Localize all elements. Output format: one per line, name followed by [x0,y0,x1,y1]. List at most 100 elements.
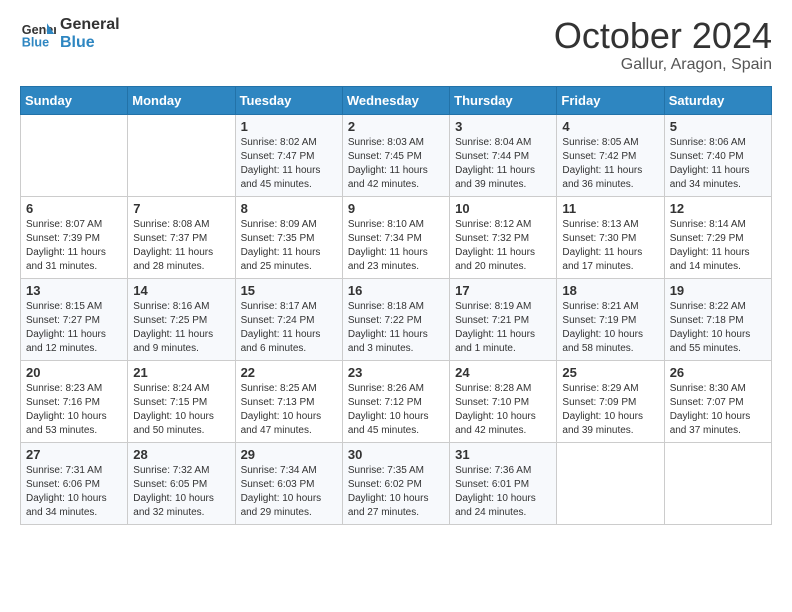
calendar-cell: 19 Sunrise: 8:22 AMSunset: 7:18 PMDayligh… [664,278,771,360]
day-info: Sunrise: 8:08 AMSunset: 7:37 PMDaylight:… [133,218,229,274]
calendar-header-row: SundayMondayTuesdayWednesdayThursdayFrid… [21,86,772,114]
calendar-cell: 20 Sunrise: 8:23 AMSunset: 7:16 PMDayligh… [21,360,128,442]
calendar-cell: 18 Sunrise: 8:21 AMSunset: 7:19 PMDayligh… [557,278,664,360]
calendar-cell: 25 Sunrise: 8:29 AMSunset: 7:09 PMDayligh… [557,360,664,442]
logo: General Blue General Blue [20,16,120,52]
day-info: Sunrise: 8:17 AMSunset: 7:24 PMDaylight:… [241,300,337,356]
weekday-header-saturday: Saturday [664,86,771,114]
calendar-cell: 13Sunrise: 8:15 AMSunset: 7:27 PMDayligh… [21,278,128,360]
title-block: October 2024 Gallur, Aragon, Spain [554,16,772,74]
calendar-container: General Blue General Blue October 2024 G… [0,0,792,545]
calendar-week-5: 27 Sunrise: 7:31 AMSunset: 6:06 PMDayligh… [21,442,772,524]
day-number: 10 [455,201,551,216]
day-number: 29 [241,447,337,462]
day-number: 4 [562,119,658,134]
day-info: Sunrise: 8:03 AMSunset: 7:45 PMDaylight:… [348,136,444,192]
calendar-cell [21,114,128,196]
calendar-week-1: 1 Sunrise: 8:02 AMSunset: 7:47 PMDaylight… [21,114,772,196]
day-number: 13 [26,283,122,298]
day-number: 20 [26,365,122,380]
day-info: Sunrise: 8:23 AMSunset: 7:16 PMDaylight:… [26,382,122,438]
day-number: 18 [562,283,658,298]
calendar-cell [664,442,771,524]
day-info: Sunrise: 8:22 AMSunset: 7:18 PMDaylight:… [670,300,766,356]
calendar-cell: 9 Sunrise: 8:10 AMSunset: 7:34 PMDaylight… [342,196,449,278]
calendar-cell: 29Sunrise: 7:34 AMSunset: 6:03 PMDayligh… [235,442,342,524]
svg-text:Blue: Blue [22,36,49,50]
day-number: 16 [348,283,444,298]
location: Gallur, Aragon, Spain [554,56,772,74]
day-number: 3 [455,119,551,134]
day-info: Sunrise: 8:24 AMSunset: 7:15 PMDaylight:… [133,382,229,438]
day-info: Sunrise: 8:02 AMSunset: 7:47 PMDaylight:… [241,136,337,192]
month-title: October 2024 [554,16,772,56]
day-info: Sunrise: 8:28 AMSunset: 7:10 PMDaylight:… [455,382,551,438]
day-number: 1 [241,119,337,134]
day-info: Sunrise: 7:31 AMSunset: 6:06 PMDaylight:… [26,464,122,520]
day-number: 25 [562,365,658,380]
day-info: Sunrise: 8:29 AMSunset: 7:09 PMDaylight:… [562,382,658,438]
calendar-cell: 2 Sunrise: 8:03 AMSunset: 7:45 PMDaylight… [342,114,449,196]
day-number: 22 [241,365,337,380]
day-number: 11 [562,201,658,216]
calendar-cell: 22 Sunrise: 8:25 AMSunset: 7:13 PMDayligh… [235,360,342,442]
calendar-week-2: 6Sunrise: 8:07 AMSunset: 7:39 PMDaylight… [21,196,772,278]
day-info: Sunrise: 8:16 AMSunset: 7:25 PMDaylight:… [133,300,229,356]
day-number: 9 [348,201,444,216]
calendar-cell: 15 Sunrise: 8:17 AMSunset: 7:24 PMDayligh… [235,278,342,360]
calendar-cell: 26 Sunrise: 8:30 AMSunset: 7:07 PMDayligh… [664,360,771,442]
day-info: Sunrise: 8:25 AMSunset: 7:13 PMDaylight:… [241,382,337,438]
day-info: Sunrise: 7:36 AMSunset: 6:01 PMDaylight:… [455,464,551,520]
day-number: 26 [670,365,766,380]
weekday-header-wednesday: Wednesday [342,86,449,114]
day-info: Sunrise: 8:21 AMSunset: 7:19 PMDaylight:… [562,300,658,356]
day-number: 5 [670,119,766,134]
day-number: 21 [133,365,229,380]
day-number: 19 [670,283,766,298]
calendar-cell: 28 Sunrise: 7:32 AMSunset: 6:05 PMDayligh… [128,442,235,524]
day-info: Sunrise: 8:10 AMSunset: 7:34 PMDaylight:… [348,218,444,274]
day-number: 28 [133,447,229,462]
calendar-cell [557,442,664,524]
calendar-cell: 4 Sunrise: 8:05 AMSunset: 7:42 PMDaylight… [557,114,664,196]
calendar-week-4: 20 Sunrise: 8:23 AMSunset: 7:16 PMDayligh… [21,360,772,442]
day-info: Sunrise: 8:06 AMSunset: 7:40 PMDaylight:… [670,136,766,192]
calendar-cell: 24Sunrise: 8:28 AMSunset: 7:10 PMDayligh… [450,360,557,442]
day-number: 12 [670,201,766,216]
logo-general: General [60,16,120,34]
calendar-cell: 7 Sunrise: 8:08 AMSunset: 7:37 PMDaylight… [128,196,235,278]
weekday-header-tuesday: Tuesday [235,86,342,114]
calendar-cell: 27 Sunrise: 7:31 AMSunset: 6:06 PMDayligh… [21,442,128,524]
day-info: Sunrise: 8:19 AMSunset: 7:21 PMDaylight:… [455,300,551,356]
day-number: 23 [348,365,444,380]
day-number: 27 [26,447,122,462]
day-info: Sunrise: 8:30 AMSunset: 7:07 PMDaylight:… [670,382,766,438]
day-number: 8 [241,201,337,216]
calendar-cell: 16Sunrise: 8:18 AMSunset: 7:22 PMDayligh… [342,278,449,360]
calendar-cell: 31 Sunrise: 7:36 AMSunset: 6:01 PMDayligh… [450,442,557,524]
day-info: Sunrise: 7:32 AMSunset: 6:05 PMDaylight:… [133,464,229,520]
header: General Blue General Blue October 2024 G… [20,16,772,74]
weekday-header-monday: Monday [128,86,235,114]
calendar-cell: 1 Sunrise: 8:02 AMSunset: 7:47 PMDaylight… [235,114,342,196]
day-number: 6 [26,201,122,216]
day-info: Sunrise: 8:12 AMSunset: 7:32 PMDaylight:… [455,218,551,274]
day-info: Sunrise: 8:26 AMSunset: 7:12 PMDaylight:… [348,382,444,438]
day-number: 15 [241,283,337,298]
calendar-body: 1 Sunrise: 8:02 AMSunset: 7:47 PMDaylight… [21,114,772,524]
day-number: 30 [348,447,444,462]
calendar-cell [128,114,235,196]
day-info: Sunrise: 8:05 AMSunset: 7:42 PMDaylight:… [562,136,658,192]
logo-icon: General Blue [20,16,56,52]
day-info: Sunrise: 8:09 AMSunset: 7:35 PMDaylight:… [241,218,337,274]
calendar-cell: 5 Sunrise: 8:06 AMSunset: 7:40 PMDaylight… [664,114,771,196]
day-info: Sunrise: 8:13 AMSunset: 7:30 PMDaylight:… [562,218,658,274]
day-number: 2 [348,119,444,134]
day-number: 31 [455,447,551,462]
calendar-table: SundayMondayTuesdayWednesdayThursdayFrid… [20,86,772,525]
calendar-cell: 3 Sunrise: 8:04 AMSunset: 7:44 PMDaylight… [450,114,557,196]
calendar-cell: 8 Sunrise: 8:09 AMSunset: 7:35 PMDaylight… [235,196,342,278]
day-number: 7 [133,201,229,216]
calendar-cell: 21 Sunrise: 8:24 AMSunset: 7:15 PMDayligh… [128,360,235,442]
day-info: Sunrise: 8:04 AMSunset: 7:44 PMDaylight:… [455,136,551,192]
